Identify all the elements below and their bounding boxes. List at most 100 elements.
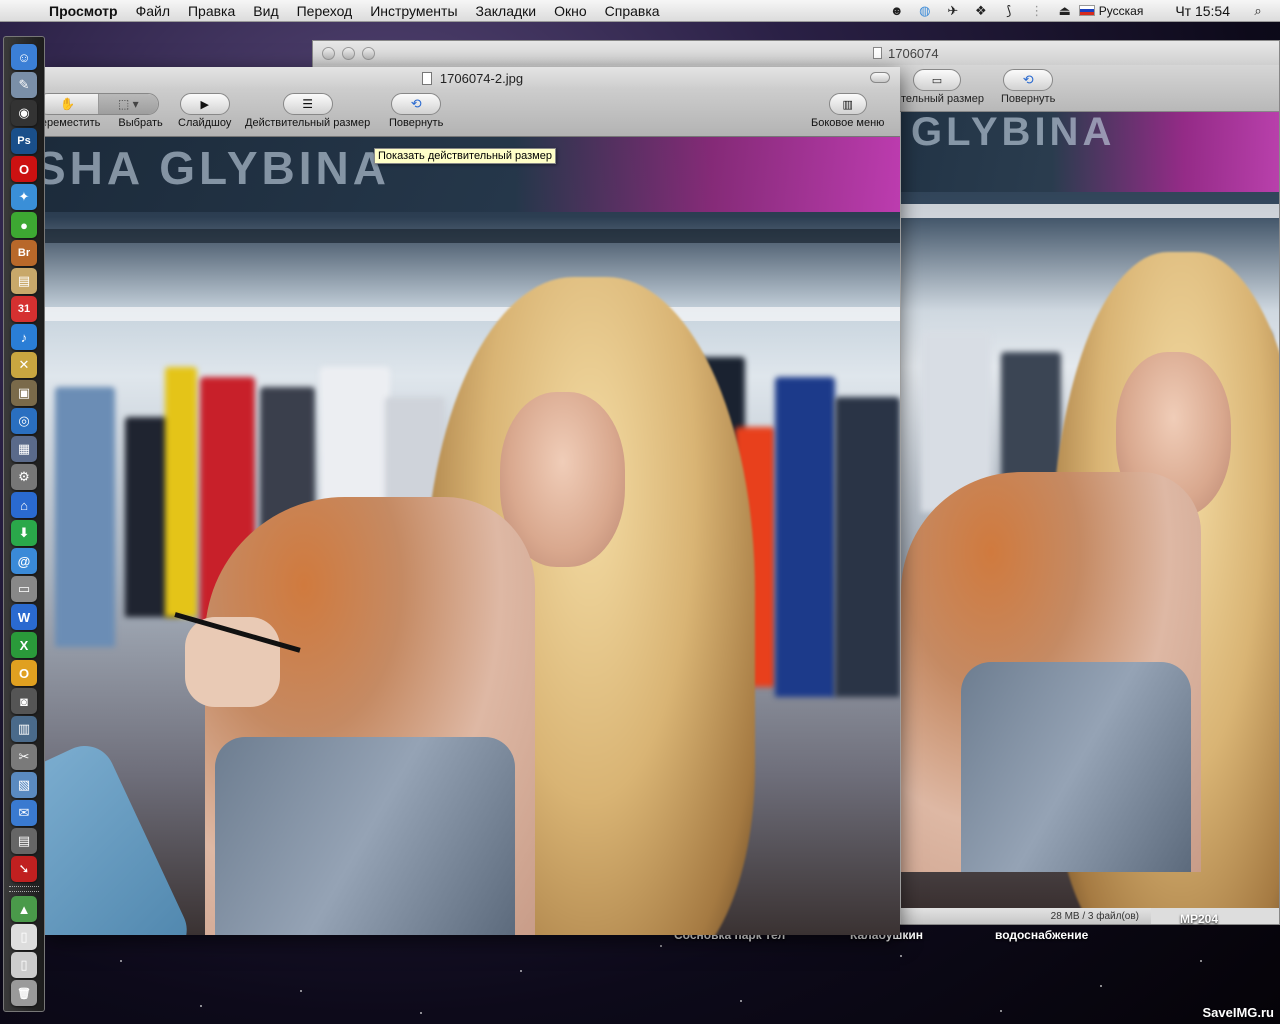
desktop-label[interactable]: MP204	[1180, 912, 1218, 926]
photoshop-icon[interactable]: Ps	[11, 128, 37, 154]
vector-icon[interactable]: ⟆	[1001, 3, 1017, 19]
preview-icon[interactable]: ✎	[11, 72, 37, 98]
menu-tools[interactable]: Инструменты	[361, 3, 466, 19]
move-tool-icon[interactable]: ✋	[38, 94, 98, 114]
move-select-control[interactable]: ✋ ⬚ ▾ Переместить Выбрать	[33, 93, 163, 129]
minimize-button[interactable]	[342, 46, 355, 60]
menu-window[interactable]: Окно	[545, 3, 596, 19]
menu-app-name[interactable]: Просмотр	[40, 3, 127, 19]
documents-stack-icon[interactable]: ▯	[11, 952, 37, 978]
back-window-controls	[322, 46, 375, 60]
menu-bookmarks[interactable]: Закладки	[467, 3, 546, 19]
trash-icon[interactable]: 🗑	[11, 980, 37, 1006]
slideshow-button[interactable]: ▶ Слайдшоу	[178, 93, 231, 129]
russian-flag-icon	[1078, 5, 1095, 16]
input-language[interactable]: Русская	[1078, 3, 1144, 18]
document-icon	[421, 71, 432, 85]
menu-file[interactable]: Файл	[127, 3, 179, 19]
tool-icon[interactable]: ✕	[11, 352, 37, 378]
front-window-image: SHA GLYBINA	[45, 137, 900, 935]
image-capture-icon[interactable]: ▧	[11, 772, 37, 798]
back-photo: GLYBINA	[901, 112, 1279, 908]
applications-stack-icon[interactable]: ▲	[11, 896, 37, 922]
globe-icon[interactable]: ◍	[917, 3, 933, 19]
back-window-titlebar[interactable]: 1706074	[313, 41, 1279, 65]
adium-icon[interactable]: ●	[11, 212, 37, 238]
grip-icon[interactable]: ⋮	[1029, 3, 1045, 19]
arrow-icon[interactable]: ➘	[11, 856, 37, 882]
document-icon	[873, 47, 882, 59]
photo-booth-icon[interactable]: ◙	[11, 688, 37, 714]
actual-size-button[interactable]: ☰ Действительный размер	[245, 93, 370, 129]
safari-icon[interactable]: ✦	[11, 184, 37, 210]
finder-icon[interactable]: ☺	[11, 44, 37, 70]
menu-go[interactable]: Переход	[288, 3, 362, 19]
system-preferences-icon[interactable]: ⚙	[11, 464, 37, 490]
eject-icon[interactable]: ⏏	[1057, 3, 1073, 19]
back-window-status-text: 28 MB / 3 файл(ов)	[1050, 910, 1139, 922]
bridge-icon[interactable]: Br	[11, 240, 37, 266]
back-actual-size-pill[interactable]: ▭	[913, 69, 961, 93]
menu-view[interactable]: Вид	[244, 3, 287, 19]
dvd-icon[interactable]: ◎	[11, 408, 37, 434]
desktop-label[interactable]: водоснабжение	[995, 928, 1088, 942]
sidebar-label: Боковое меню	[811, 117, 885, 129]
actual-size-icon: ☰	[282, 93, 333, 115]
slideshow-label: Слайдшоу	[178, 117, 232, 129]
close-button[interactable]	[322, 46, 335, 60]
bird-icon[interactable]: ✈	[945, 3, 961, 19]
back-banner-text: GLYBINA	[911, 112, 1116, 154]
back-window-image: GLYBINA	[901, 112, 1279, 908]
opera-icon[interactable]: O	[11, 156, 37, 182]
sidebar-icon: ▥	[828, 93, 867, 115]
utility-icon[interactable]: ✂	[11, 744, 37, 770]
toolbar-toggle-button[interactable]	[870, 72, 890, 83]
language-label: Русская	[1098, 3, 1144, 18]
front-preview-window[interactable]: 1706074-2.jpg ✋ ⬚ ▾ Переместить Выбрать …	[33, 67, 900, 935]
ical-icon[interactable]: 31	[11, 296, 37, 322]
mail-icon[interactable]: ✉	[11, 800, 37, 826]
front-photo: SHA GLYBINA	[45, 137, 900, 935]
office-icon[interactable]: O	[11, 660, 37, 686]
front-window-titlebar[interactable]: 1706074-2.jpg	[45, 67, 900, 89]
rotate-button[interactable]: ⟲ Повернуть	[389, 93, 443, 129]
front-window-toolbar: ✋ ⬚ ▾ Переместить Выбрать ▶ Слайдшоу ☰ Д…	[33, 89, 900, 164]
download-icon[interactable]: ⬇	[11, 520, 37, 546]
back-window-title-text: 1706074	[888, 45, 939, 61]
printer-icon[interactable]: ▭	[11, 576, 37, 602]
back-rotate-button[interactable]: ⟲ Повернуть	[1001, 69, 1055, 105]
menu-help[interactable]: Справка	[596, 3, 669, 19]
sidebar-button[interactable]: ▥ Боковое меню	[811, 93, 884, 129]
banner-text: SHA GLYBINA	[45, 142, 390, 194]
network-icon[interactable]: ▥	[11, 716, 37, 742]
notebook-icon[interactable]: ▤	[11, 268, 37, 294]
back-actual-size-label: тельный размер	[901, 93, 984, 105]
back-rotate-label: Повернуть	[1001, 93, 1056, 105]
document-icon[interactable]: ▯	[11, 924, 37, 950]
menu-edit[interactable]: Правка	[179, 3, 244, 19]
front-window-title: 1706074-2.jpg	[439, 70, 524, 86]
dock: ☺ ✎ ◉ Ps O ✦ ● Br ▤ 31 ♪ ✕ ▣ ◎ ▦ ⚙ ⌂ ⬇ @ ▭ W X O ◙ ▥ ✂ ▧ ✉ ▤ ➘ ▲ ▯ ▯ 🗑	[3, 36, 45, 1012]
address-icon[interactable]: @	[11, 548, 37, 574]
paw-icon[interactable]: ❖	[973, 3, 989, 19]
archive-icon[interactable]: ▤	[11, 828, 37, 854]
actual-size-tooltip: Показать действительный размер	[374, 148, 556, 164]
iphoto-icon[interactable]: ▣	[11, 380, 37, 406]
zoom-button[interactable]	[362, 46, 375, 60]
excel-icon[interactable]: X	[11, 632, 37, 658]
select-tool-icon[interactable]: ⬚ ▾	[97, 94, 158, 114]
select-label: Выбрать	[118, 117, 163, 129]
menubar-clock[interactable]: Чт 15:54	[1175, 3, 1230, 19]
dashboard-icon[interactable]: ◉	[11, 100, 37, 126]
spotlight-search-icon[interactable]: ⌕	[1250, 3, 1266, 19]
move-select-segmented[interactable]: ✋ ⬚ ▾	[36, 93, 159, 115]
itunes-icon[interactable]: ♪	[11, 324, 37, 350]
rotate-icon: ⟲	[1003, 69, 1054, 91]
word-icon[interactable]: W	[11, 604, 37, 630]
dock-separator	[9, 886, 39, 892]
home-icon[interactable]: ⌂	[11, 492, 37, 518]
alien-icon[interactable]: ☻	[889, 3, 905, 19]
slideshow-icon: ▶	[179, 93, 230, 115]
menubar: Просмотр Файл Правка Вид Переход Инструм…	[0, 0, 1280, 22]
spaces-icon[interactable]: ▦	[11, 436, 37, 462]
